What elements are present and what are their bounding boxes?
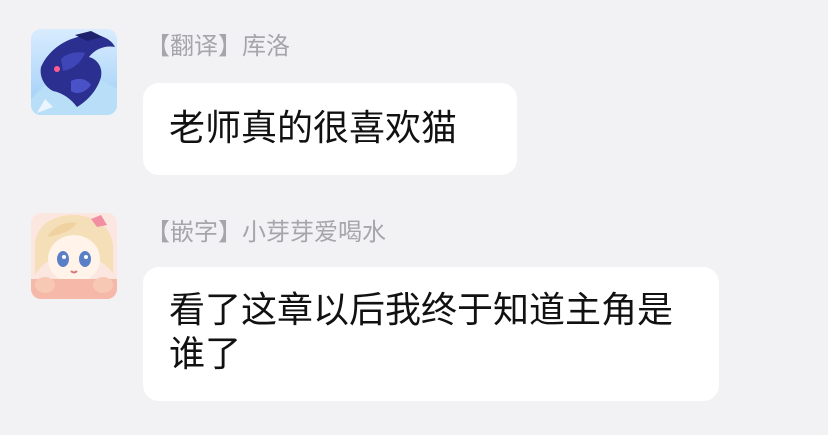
chat-message: 【嵌字】小芽芽爱喝水 看了这章以后我终于知道主角是谁了	[0, 190, 828, 435]
sender-name: 【嵌字】小芽芽爱喝水	[146, 218, 386, 246]
chat-message: 【翻译】库洛 老师真的很喜欢猫	[0, 0, 828, 190]
message-bubble[interactable]: 老师真的很喜欢猫	[143, 83, 517, 175]
anime-girl-avatar-icon	[31, 213, 117, 299]
message-bubble[interactable]: 看了这章以后我终于知道主角是谁了	[143, 267, 719, 401]
sender-name: 【翻译】库洛	[146, 32, 290, 60]
dark-blue-creature-avatar-icon	[31, 29, 117, 115]
avatar[interactable]	[31, 213, 117, 299]
avatar[interactable]	[31, 29, 117, 115]
